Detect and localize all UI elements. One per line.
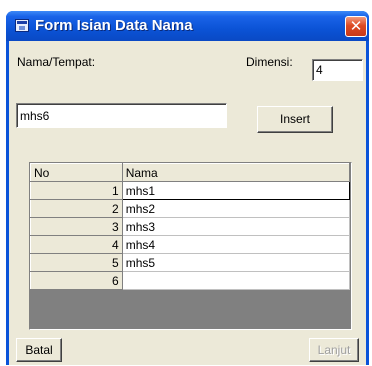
nama-cell[interactable]: mhs4 xyxy=(122,235,351,254)
batal-button[interactable]: Batal xyxy=(16,338,62,362)
app-icon xyxy=(15,19,29,32)
row-number-cell[interactable]: 5 xyxy=(30,253,123,272)
table-row[interactable]: 2 mhs2 xyxy=(30,199,351,218)
window-title: Form Isian Data Nama xyxy=(35,17,193,34)
table-row[interactable]: 6 xyxy=(30,271,351,290)
dimensi-label: Dimensi: xyxy=(246,55,293,69)
dimensi-field[interactable]: 4 xyxy=(312,59,363,81)
grid-header-row: No Nama xyxy=(30,163,351,182)
table-row[interactable]: 1 mhs1 xyxy=(30,181,351,200)
nama-cell[interactable]: mhs1 xyxy=(121,181,351,200)
column-header-nama: Nama xyxy=(121,163,351,182)
row-number-cell[interactable]: 3 xyxy=(30,217,123,236)
data-grid-table: No Nama 1 mhs1 2 mhs2 3 mhs3 4 mhs4 5 mhs5 6 xyxy=(30,163,351,290)
form-client-area: Nama/Tempat: Dimensi: 4 mhs6 Insert No N… xyxy=(9,41,366,365)
row-number-cell[interactable]: 6 xyxy=(30,271,123,290)
title-bar[interactable]: Form Isian Data Nama ✕ xyxy=(6,11,369,41)
table-row[interactable]: 3 mhs3 xyxy=(30,217,351,236)
nama-cell[interactable]: mhs5 xyxy=(122,253,351,272)
row-number-cell[interactable]: 1 xyxy=(30,181,123,200)
nama-cell[interactable]: mhs3 xyxy=(122,217,351,236)
table-row[interactable]: 5 mhs5 xyxy=(30,253,351,272)
data-grid[interactable]: No Nama 1 mhs1 2 mhs2 3 mhs3 4 mhs4 5 mhs5 6 xyxy=(29,162,352,330)
close-icon: ✕ xyxy=(349,18,363,35)
nama-input[interactable]: mhs6 xyxy=(16,103,227,128)
table-row[interactable]: 4 mhs4 xyxy=(30,235,351,254)
nama-tempat-label: Nama/Tempat: xyxy=(17,55,96,69)
close-button[interactable]: ✕ xyxy=(345,16,367,37)
insert-button[interactable]: Insert xyxy=(257,106,333,133)
nama-cell[interactable]: mhs2 xyxy=(122,199,351,218)
lanjut-button[interactable]: Lanjut xyxy=(309,338,359,362)
form-window: Form Isian Data Nama ✕ Nama/Tempat: Dime… xyxy=(6,11,369,365)
nama-cell[interactable] xyxy=(122,271,351,290)
row-number-cell[interactable]: 2 xyxy=(30,199,123,218)
row-number-cell[interactable]: 4 xyxy=(30,235,123,254)
column-header-no: No xyxy=(30,163,123,182)
